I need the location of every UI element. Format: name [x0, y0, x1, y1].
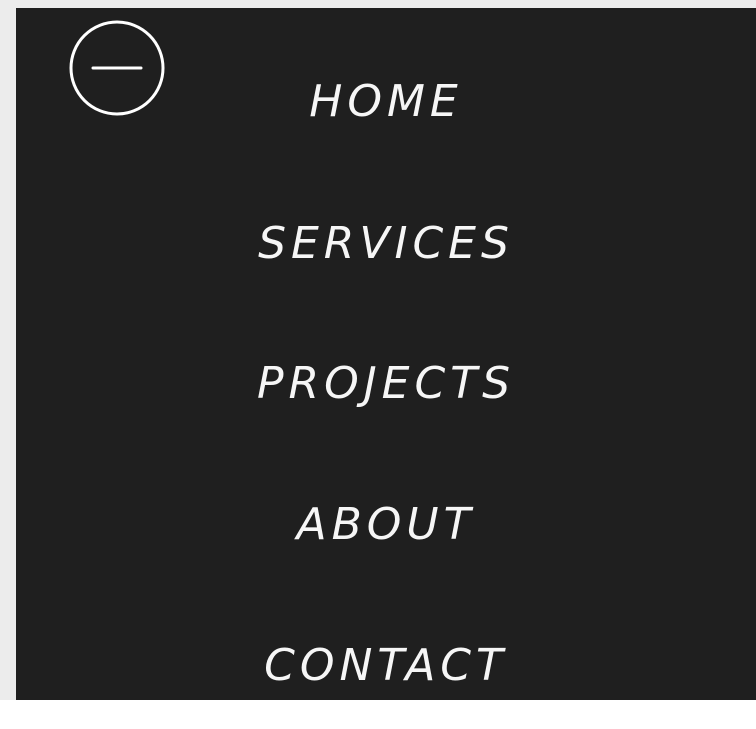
nav-link-contact[interactable]: CONTACT: [264, 644, 508, 688]
nav-item-contact: CONTACT: [16, 644, 756, 688]
nav-link-about[interactable]: ABOUT: [297, 503, 476, 547]
bottom-strip: [0, 700, 756, 729]
nav-item-home: HOME: [16, 80, 756, 124]
nav-item-about: ABOUT: [16, 503, 756, 547]
nav-link-home[interactable]: HOME: [309, 80, 462, 124]
nav-link-projects[interactable]: PROJECTS: [257, 362, 515, 406]
nav-item-projects: PROJECTS: [16, 362, 756, 406]
screen: HOME SERVICES PROJECTS ABOUT CONTACT: [0, 0, 756, 729]
nav-item-services: SERVICES: [16, 222, 756, 266]
nav-link-services[interactable]: SERVICES: [258, 222, 514, 266]
main-navigation: HOME SERVICES PROJECTS ABOUT CONTACT: [16, 8, 756, 700]
